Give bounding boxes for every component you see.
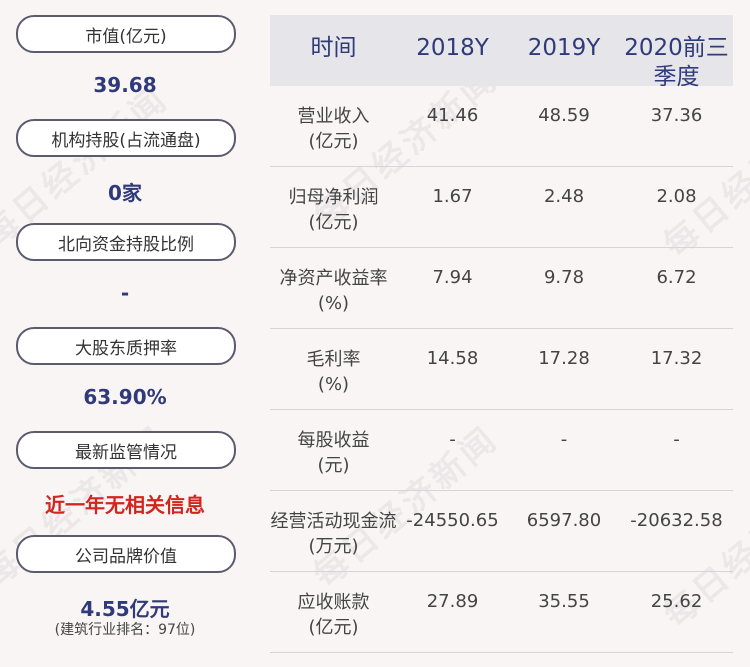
table-row: 毛利率 (%) 14.58 17.28 17.32 [270,329,733,410]
cell-2018: 41.46 [426,105,479,126]
row-label: 经营活动现金流 (万元) [270,511,397,557]
header-2020: 2020前三季度 [624,35,729,90]
header-2018: 2018Y [416,35,489,61]
cell-2020: 6.72 [656,267,697,288]
cell-2019: 9.78 [543,267,585,288]
pledge-rate-value: 63.90% [83,385,167,409]
table-row: 经营活动现金流 (万元) -24550.65 6597.80 -20632.58 [270,491,733,572]
cell-2020: - [673,429,680,450]
cell-2020: 37.36 [650,105,703,126]
cell-2018: 1.67 [432,186,473,207]
cell-2018: 14.58 [426,348,479,369]
cell-2019: 35.55 [538,591,590,612]
cell-2019: 48.59 [538,105,590,126]
left-panel: 市值(亿元) 39.68 机构持股(占流通盘) 0家 北向资金持股比例 - 大股… [0,0,250,667]
cell-2019: 6597.80 [526,510,602,531]
cell-2018: 7.94 [432,267,473,288]
row-label: 每股收益 (元) [297,430,370,476]
row-label: 毛利率 (%) [306,349,361,395]
market-cap-value: 39.68 [93,73,157,97]
institution-holding-value: 0家 [108,181,142,205]
cell-2019: - [560,429,568,450]
brand-value-label: 公司品牌价值 [16,535,236,573]
cell-2018: 27.89 [426,591,479,612]
brand-value-value: 4.55亿元 [80,597,170,621]
brand-rank-note: (建筑行业排名：97位) [54,622,196,638]
row-label: 营业收入 (亿元) [297,106,370,152]
cell-2019: 17.28 [538,348,590,369]
row-label: 净资产收益率 (%) [279,268,388,314]
market-cap-label: 市值(亿元) [16,15,236,53]
header-2019: 2019Y [527,35,601,61]
table-row: 应收账款 (亿元) 27.89 35.55 25.62 [270,572,733,653]
cell-2020: 17.32 [650,348,703,369]
cell-2020: -20632.58 [630,510,723,531]
row-label: 归母净利润 (亿元) [288,187,379,233]
northbound-ratio-label: 北向资金持股比例 [16,223,236,261]
table-row: 归母净利润 (亿元) 1.67 2.48 2.08 [270,167,733,248]
institution-holding-label: 机构持股(占流通盘) [16,119,236,157]
financial-table: 时间 2018Y 2019Y 2020前三季度 营业收入 (亿元) 41.46 4… [270,15,733,653]
header-time: 时间 [310,35,357,61]
table-row: 净资产收益率 (%) 7.94 9.78 6.72 [270,248,733,329]
table-header: 时间 2018Y 2019Y 2020前三季度 [270,15,733,90]
table-row: 营业收入 (亿元) 41.46 48.59 37.36 [270,86,733,167]
northbound-ratio-value: - [120,281,130,305]
cell-2018: -24550.65 [406,510,499,531]
cell-2020: 25.62 [650,591,703,612]
pledge-rate-label: 大股东质押率 [16,327,236,365]
row-label: 应收账款 (亿元) [297,592,370,638]
regulation-value: 近一年无相关信息 [45,493,205,517]
table-row: 每股收益 (元) - - - [270,410,733,491]
regulation-label: 最新监管情况 [16,431,236,469]
cell-2020: 2.08 [656,186,697,207]
cell-2019: 2.48 [543,186,585,207]
cell-2018: - [449,429,456,450]
